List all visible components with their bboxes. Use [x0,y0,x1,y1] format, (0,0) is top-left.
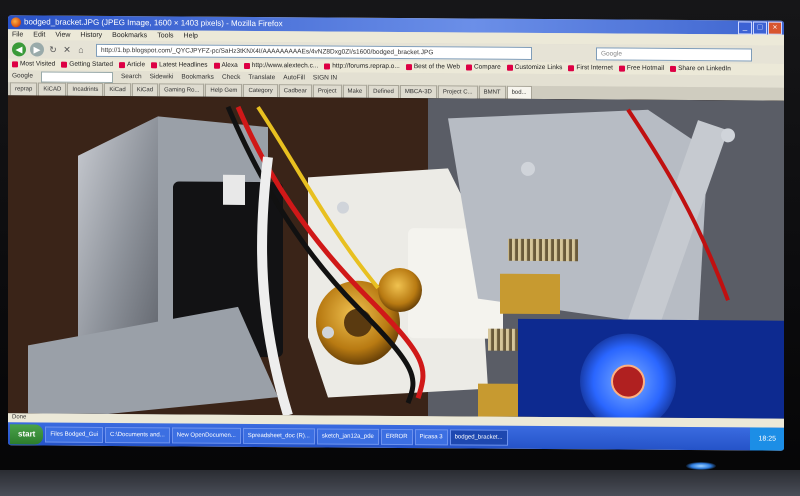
monitor-bezel: bodged_bracket.JPG (JPEG Image, 1600 × 1… [0,0,800,496]
bookmark-icon [12,61,18,68]
status-text: Done [12,414,27,421]
bookmark-icon [119,62,126,69]
bookmark-item[interactable]: Free Hotmail [618,63,664,75]
tab[interactable]: MBCA-3D [399,85,437,99]
tab-active[interactable]: bod... [506,85,532,99]
taskbar-item[interactable]: Picasa 3 [414,428,448,445]
bookmark-icon [465,64,472,71]
bookmark-item[interactable]: Latest Headlines [151,59,208,71]
bookmark-item[interactable]: Getting Started [61,59,113,71]
tab[interactable]: BMNT [478,85,506,99]
extruder-photo [8,95,784,419]
taskbar-item[interactable]: New OpenDocumen... [171,426,241,444]
bookmark-icon [213,62,220,69]
translate-button[interactable]: Translate [248,72,275,84]
back-icon[interactable]: ◀ [12,42,26,57]
bookmark-item[interactable]: Best of the Web [405,61,460,73]
sign-in-link[interactable]: SIGN IN [313,72,337,84]
image-viewport[interactable] [8,95,784,419]
menu-item-history[interactable]: History [80,30,102,41]
check-button[interactable]: Check [222,72,240,84]
maximize-button[interactable]: □ [753,21,767,35]
bookmark-icon [405,64,412,71]
tension-spring-upper [508,238,578,262]
taskbar-item[interactable]: C:\Documents and... [105,426,170,443]
bookmark-item[interactable]: Customize Links [506,62,562,74]
google-bookmarks-button[interactable]: Bookmarks [181,72,214,84]
url-bar[interactable]: http://1.bp.blogspot.com/_QYCJPYFZ-pc/Sa… [96,43,532,60]
tab[interactable]: Project [312,84,342,98]
minimize-button[interactable]: _ [738,21,752,35]
bolt [721,128,735,143]
tab[interactable]: Make [342,84,368,98]
motor-label [223,174,245,205]
tab[interactable]: Incadrints [67,82,104,96]
firefox-icon [11,17,21,28]
stop-icon[interactable]: ✕ [62,45,72,55]
tab[interactable]: KiCAD [38,82,67,96]
window-title: bodged_bracket.JPG (JPEG Image, 1600 × 1… [24,17,283,29]
bookmark-icon [243,62,250,69]
power-led-icon [686,462,716,470]
bolt [322,326,334,339]
desk-surface [0,470,800,496]
menu-item-edit[interactable]: Edit [33,29,45,40]
menu-item-help[interactable]: Help [184,31,198,42]
bookmark-icon [151,62,158,69]
tab[interactable]: Defined [368,84,399,99]
tab[interactable]: Category [243,83,278,98]
reload-icon[interactable]: ↻ [48,45,58,55]
windows-taskbar: start Files Bodged_Gui C:\Documents and.… [8,422,784,451]
forward-icon[interactable]: ▶ [30,42,44,57]
gear-hub [344,308,372,337]
bookmark-icon [61,61,68,68]
autofill-button[interactable]: AutoFill [283,72,305,84]
bookmark-icon [568,65,575,72]
search-input[interactable]: Google [596,47,752,62]
bookmark-icon [506,64,513,71]
close-button[interactable]: × [768,21,782,35]
menu-item-view[interactable]: View [55,30,70,41]
tab[interactable]: Gaming Ro... [159,83,205,97]
bookmark-item[interactable]: Share on LinkedIn [670,63,731,75]
bookmark-item[interactable]: Alexa [213,60,238,72]
taskbar-item[interactable]: Spreadsheet_doc (R)... [242,427,315,444]
bookmark-icon [618,65,625,72]
bookmark-item[interactable]: Most Visited [12,58,55,70]
menu-item-tools[interactable]: Tools [157,30,173,41]
window-controls: _ □ × [738,21,782,35]
tab[interactable]: Help Gem [205,83,243,97]
google-logo: Google [12,72,33,80]
small-brass-gear [378,268,422,313]
bookmark-item[interactable]: Article [119,59,145,71]
bookmark-icon [670,65,677,72]
bookmark-item[interactable]: http://www.alextech.c... [243,60,318,73]
fan-hub [611,364,645,399]
tab[interactable]: KiCad [104,82,131,97]
bookmark-icon [324,63,331,70]
bolt [521,161,535,176]
menu-item-file[interactable]: File [12,29,23,40]
tab[interactable]: Cadbear [278,84,312,98]
taskbar-item[interactable]: Files Bodged_Gui [45,426,104,443]
tab[interactable]: reprap [10,82,38,96]
sidewiki-button[interactable]: Sidewiki [150,71,174,83]
brass-hinge-upper [500,273,560,315]
taskbar-item[interactable]: sketch_jan12a_pde [316,427,379,445]
system-clock[interactable]: 18:25 [750,427,784,451]
menu-item-bookmarks[interactable]: Bookmarks [112,30,147,41]
bookmark-item[interactable]: Compare [465,61,501,73]
home-icon[interactable]: ⌂ [76,45,86,55]
bolt [337,201,349,214]
google-search-input[interactable] [40,71,113,84]
taskbar-item[interactable]: ERROR [380,428,413,445]
google-search-button[interactable]: Search [121,71,142,83]
start-button[interactable]: start [10,423,44,445]
taskbar-item-active[interactable]: bodged_bracket... [449,428,508,446]
monitor-screen: bodged_bracket.JPG (JPEG Image, 1600 × 1… [8,15,784,451]
bookmark-item[interactable]: http://forums.reprap.o... [324,60,400,73]
tab[interactable]: KiCad [131,83,159,97]
tab[interactable]: Project C... [437,85,478,99]
bookmark-item[interactable]: First Internet [568,62,613,74]
